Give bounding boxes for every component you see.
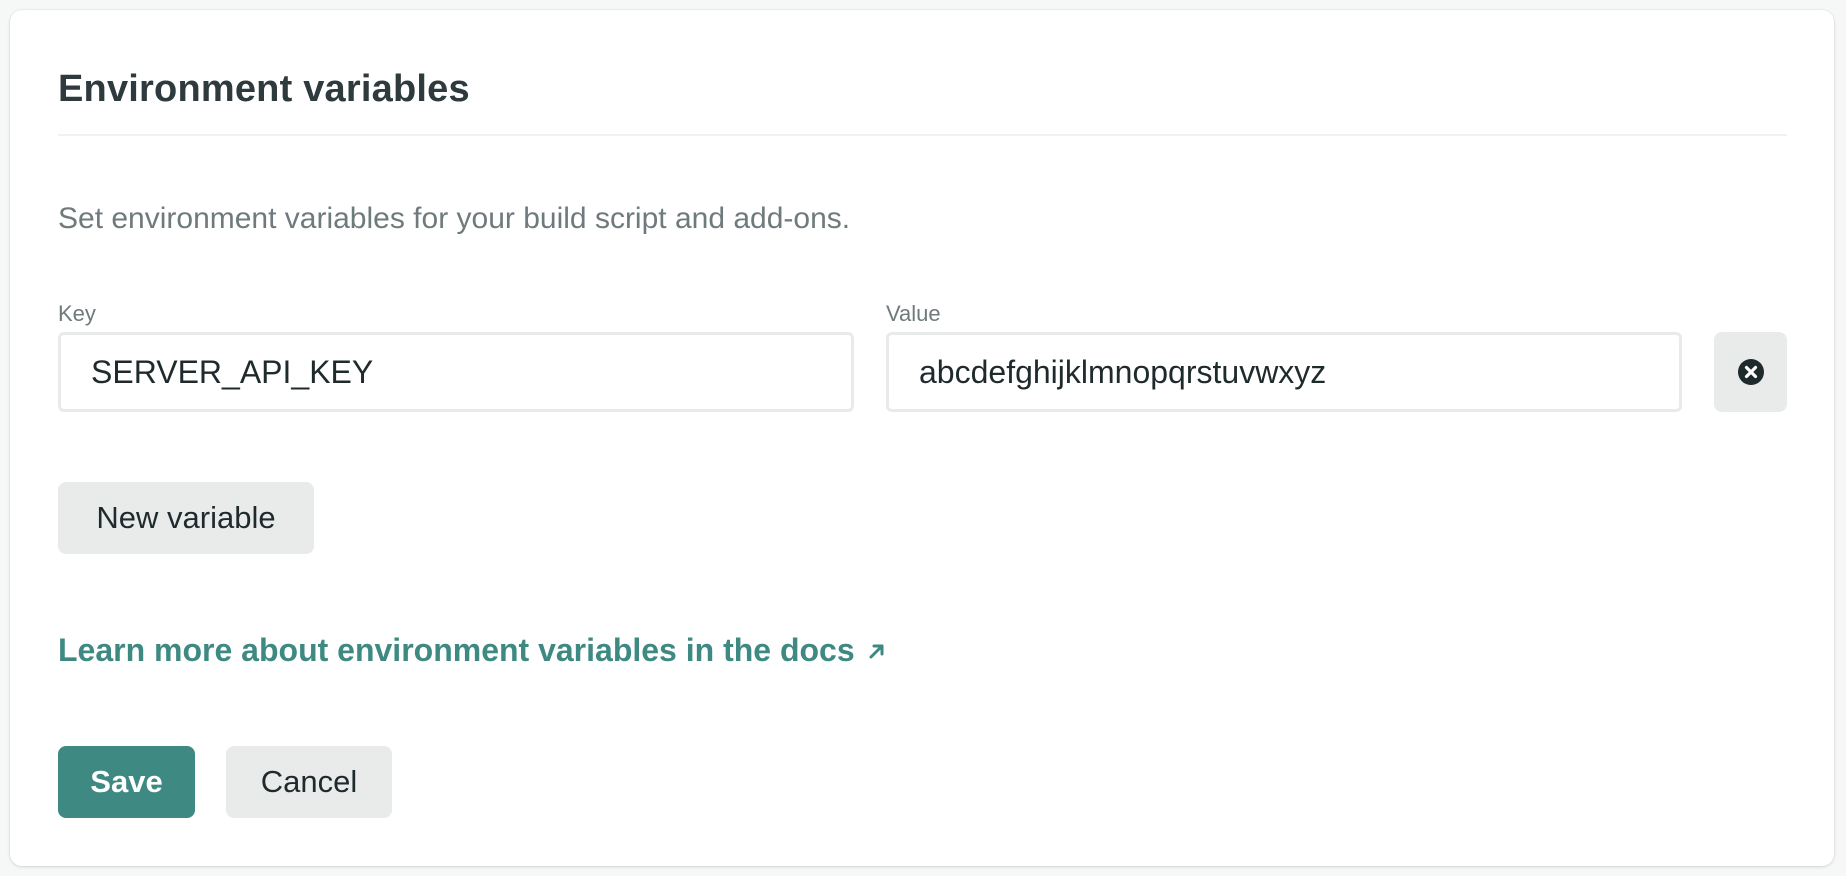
title-divider bbox=[58, 134, 1787, 136]
value-label: Value bbox=[886, 301, 941, 326]
close-circle-icon bbox=[1737, 358, 1765, 386]
key-label: Key bbox=[58, 301, 96, 326]
docs-link[interactable]: Learn more about environment variables i… bbox=[58, 632, 889, 669]
docs-link-text: Learn more about environment variables i… bbox=[58, 632, 855, 668]
arrow-up-right-icon bbox=[865, 639, 889, 663]
new-variable-button[interactable]: New variable bbox=[58, 482, 314, 554]
section-title: Environment variables bbox=[58, 68, 470, 110]
environment-variables-card: Environment variables Set environment va… bbox=[10, 10, 1834, 866]
cancel-button[interactable]: Cancel bbox=[226, 746, 392, 818]
save-button[interactable]: Save bbox=[58, 746, 195, 818]
key-input[interactable] bbox=[58, 332, 854, 412]
value-input[interactable] bbox=[886, 332, 1682, 412]
section-description: Set environment variables for your build… bbox=[58, 202, 851, 235]
remove-variable-button[interactable] bbox=[1714, 332, 1787, 412]
